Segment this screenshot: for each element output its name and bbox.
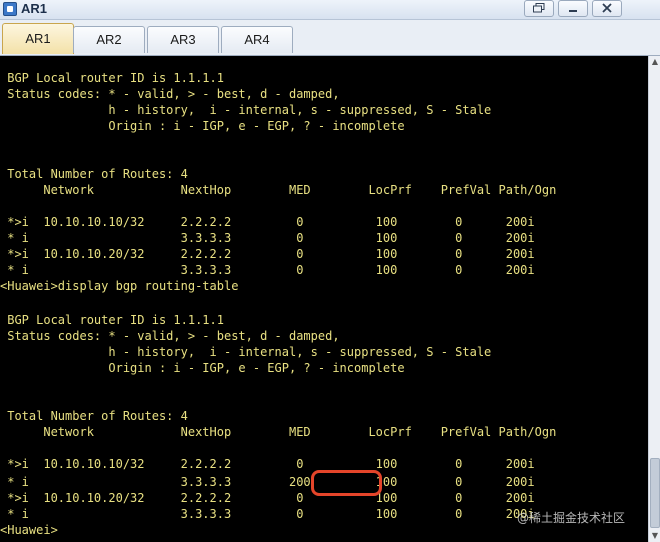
console-line: Origin : i - IGP, e - EGP, ? - incomplet… (0, 119, 405, 133)
console-prompt-line: <Huawei> (0, 523, 58, 537)
close-icon (602, 3, 612, 13)
console-line: Network NextHop MED LocPrf PrefVal Path/… (0, 425, 557, 439)
minimize-icon (569, 10, 577, 12)
title-bar: AR1 (0, 0, 660, 20)
terminal-console[interactable]: BGP Local router ID is 1.1.1.1 Status co… (0, 56, 648, 542)
tab-ar1[interactable]: AR1 (2, 23, 74, 54)
close-button[interactable] (592, 0, 622, 17)
scroll-thumb[interactable] (650, 458, 660, 528)
tab-ar3[interactable]: AR3 (147, 26, 219, 53)
console-line: Status codes: * - valid, > - best, d - d… (0, 329, 340, 343)
tab-ar2[interactable]: AR2 (73, 26, 145, 53)
watermark: @稀土掘金技术社区 (517, 511, 626, 525)
console-line: Total Number of Routes: 4 (0, 409, 188, 423)
console-line: * i 3.3.3.3 0 100 0 200i (0, 231, 535, 245)
console-line: h - history, i - internal, s - suppresse… (0, 103, 492, 117)
med-highlight-ring (311, 470, 382, 496)
tab-ar4[interactable]: AR4 (221, 26, 293, 53)
console-line: Status codes: * - valid, > - best, d - d… (0, 87, 340, 101)
vertical-scrollbar[interactable]: ▲ ▼ (648, 56, 660, 542)
minimize-button[interactable] (558, 0, 588, 17)
console-line: *>i 10.10.10.10/32 2.2.2.2 0 100 0 200i (0, 457, 535, 471)
console-line: Total Number of Routes: 4 (0, 167, 188, 181)
console-line: Network NextHop MED LocPrf PrefVal Path/… (0, 183, 557, 197)
console-prompt-line: <Huawei>display bgp routing-table (0, 279, 239, 293)
console-line: *>i 10.10.10.20/32 2.2.2.2 0 100 0 200i (0, 491, 535, 505)
device-tab-strip: AR1 AR2 AR3 AR4 (0, 20, 660, 56)
console-line: h - history, i - internal, s - suppresse… (0, 345, 492, 359)
console-line: *>i 10.10.10.20/32 2.2.2.2 0 100 0 200i (0, 247, 535, 261)
window-title: AR1 (21, 1, 48, 16)
console-line: BGP Local router ID is 1.1.1.1 (0, 313, 224, 327)
restore-icon (533, 3, 545, 13)
console-line: * i 3.3.3.3 200 100 0 200i (0, 475, 535, 489)
console-line: * i 3.3.3.3 0 100 0 200i (0, 507, 535, 521)
scroll-up-icon[interactable]: ▲ (650, 57, 660, 67)
console-line: * i 3.3.3.3 0 100 0 200i (0, 263, 535, 277)
app-icon (3, 2, 17, 16)
restore-button[interactable] (524, 0, 554, 17)
console-line: Origin : i - IGP, e - EGP, ? - incomplet… (0, 361, 405, 375)
scroll-down-icon[interactable]: ▼ (650, 531, 660, 541)
console-line: BGP Local router ID is 1.1.1.1 (0, 71, 224, 85)
console-line: *>i 10.10.10.10/32 2.2.2.2 0 100 0 200i (0, 215, 535, 229)
